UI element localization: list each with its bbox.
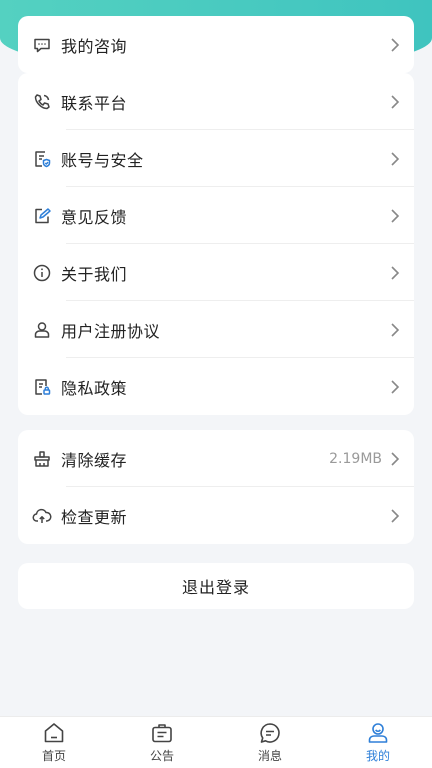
notice-icon	[150, 721, 174, 745]
menu-item-label: 我的咨询	[61, 36, 128, 56]
shield-document-icon	[32, 149, 52, 169]
message-icon	[258, 721, 282, 745]
menu-item-privacy-policy[interactable]: 隐私政策	[18, 358, 414, 415]
menu-item-check-update[interactable]: 检查更新	[18, 487, 414, 544]
menu-item-label: 关于我们	[61, 264, 128, 284]
menu-item-clear-cache[interactable]: 清除缓存 2.19MB	[18, 430, 414, 487]
cache-size-value: 2.19MB	[329, 450, 382, 467]
chevron-right-icon	[388, 379, 402, 394]
chevron-right-icon	[388, 151, 402, 166]
broom-icon	[32, 449, 52, 469]
cloud-upload-icon	[32, 506, 52, 526]
menu-item-account-security[interactable]: 账号与安全	[18, 130, 414, 187]
menu-item-label: 账号与安全	[61, 150, 144, 170]
menu-item-label: 清除缓存	[61, 450, 128, 470]
chevron-right-icon	[388, 37, 402, 52]
logout-button[interactable]: 退出登录	[18, 563, 414, 609]
privacy-document-icon	[32, 377, 52, 397]
tab-messages[interactable]: 消息	[216, 717, 324, 768]
settings-group-app: 清除缓存 2.19MB 检查更新	[18, 430, 414, 544]
chevron-right-icon	[388, 265, 402, 280]
tab-home[interactable]: 首页	[0, 717, 108, 768]
menu-item-label: 意见反馈	[61, 207, 128, 227]
menu-item-feedback[interactable]: 意见反馈	[18, 187, 414, 244]
settings-group-main: 联系平台 账号与安全 意见反馈 关于我们 用户注册协议 隐私政策	[18, 73, 414, 415]
tab-label: 我的	[365, 749, 390, 763]
menu-item-label: 检查更新	[61, 507, 128, 527]
tab-notice[interactable]: 公告	[108, 717, 216, 768]
menu-item-contact-platform[interactable]: 联系平台	[18, 73, 414, 130]
chevron-right-icon	[388, 508, 402, 523]
chevron-right-icon	[388, 322, 402, 337]
edit-icon	[32, 206, 52, 226]
info-icon	[32, 263, 52, 283]
phone-icon	[32, 92, 52, 112]
tab-profile[interactable]: 我的	[324, 717, 432, 768]
profile-icon	[366, 721, 390, 745]
home-icon	[42, 721, 66, 745]
chevron-right-icon	[388, 451, 402, 466]
chat-bubble-icon	[32, 35, 52, 55]
menu-item-user-agreement[interactable]: 用户注册协议	[18, 301, 414, 358]
user-icon	[32, 320, 52, 340]
tab-label: 公告	[149, 749, 174, 763]
settings-group-consult: 我的咨询	[18, 16, 414, 73]
menu-item-label: 隐私政策	[61, 378, 128, 398]
menu-item-about-us[interactable]: 关于我们	[18, 244, 414, 301]
tab-label: 消息	[257, 749, 282, 763]
chevron-right-icon	[388, 94, 402, 109]
bottom-tab-bar: 首页 公告 消息 我的	[0, 716, 432, 768]
chevron-right-icon	[388, 208, 402, 223]
tab-label: 首页	[41, 749, 66, 763]
menu-item-label: 联系平台	[61, 93, 128, 113]
menu-item-my-consultation[interactable]: 我的咨询	[18, 16, 414, 73]
menu-item-label: 用户注册协议	[61, 321, 161, 341]
